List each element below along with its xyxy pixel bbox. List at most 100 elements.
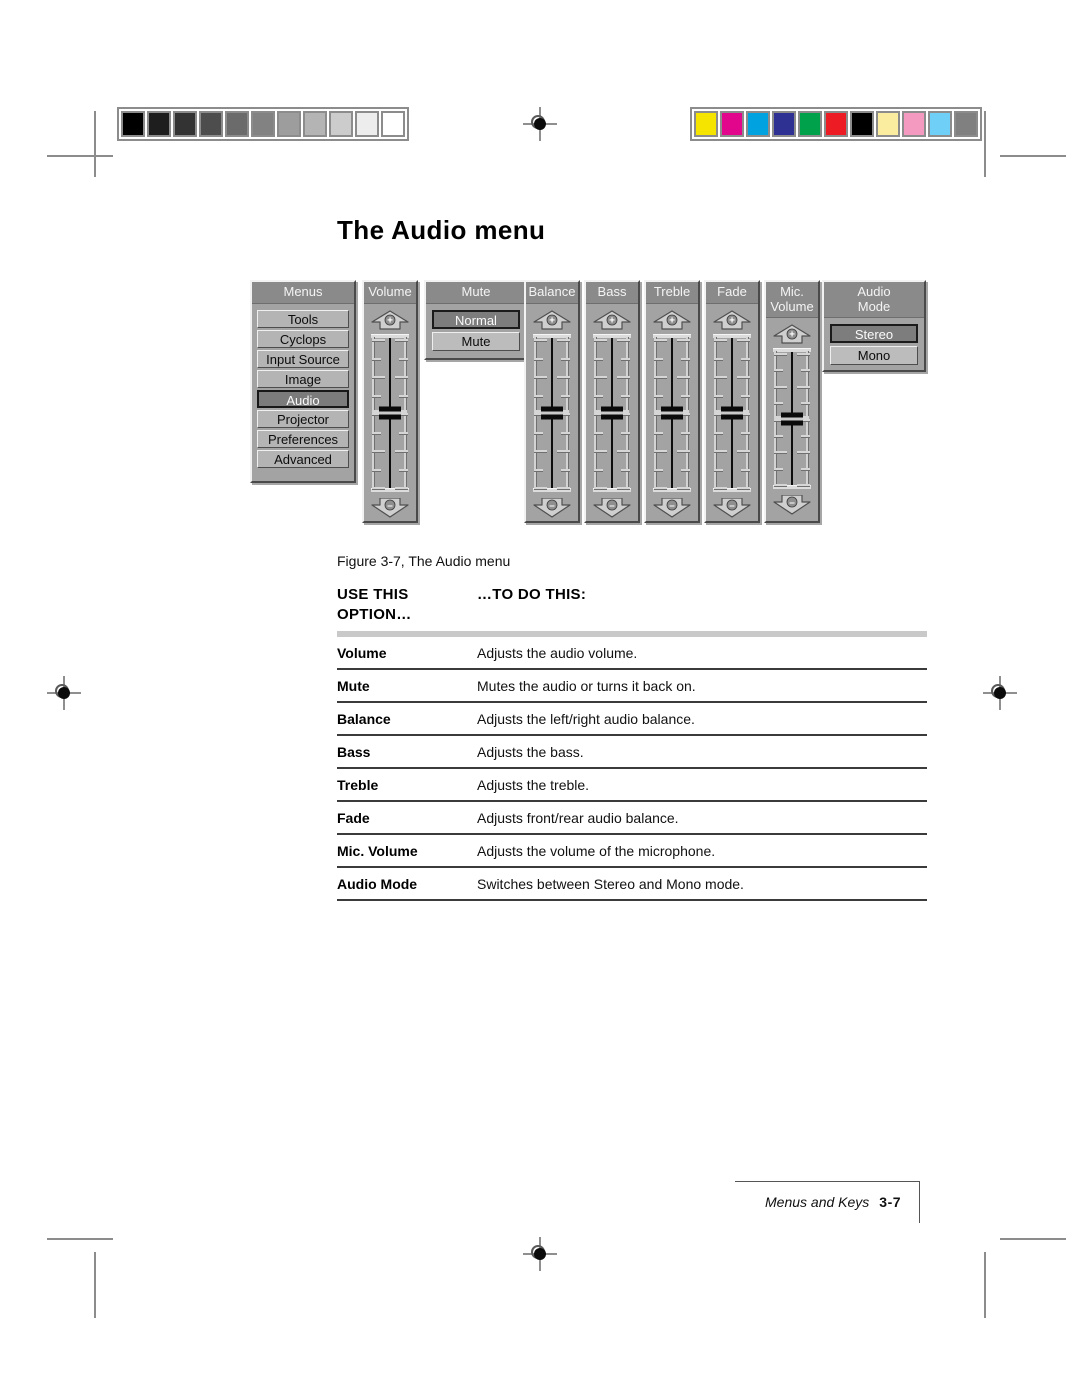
table-cell-description: Adjusts the bass. (477, 744, 584, 760)
page-footer: Menus and Keys 3-7 (735, 1181, 920, 1223)
fade-slider-body: + – (706, 304, 758, 522)
tick-mark (372, 339, 385, 342)
bass-increase-arrow-icon[interactable]: + (593, 310, 631, 330)
grayscale-swatch (173, 111, 197, 137)
volume-slider-handle[interactable] (379, 406, 401, 420)
tick-mark (774, 434, 783, 438)
treble-slider-handle[interactable] (661, 406, 683, 420)
fade-slider-track[interactable] (713, 334, 751, 492)
volume-decrease-arrow-icon[interactable]: – (371, 497, 409, 518)
crop-mark-bottom-right-horizontal (1000, 1238, 1066, 1240)
balance-increase-arrow-icon[interactable]: + (533, 310, 571, 330)
balance-slider-track[interactable] (533, 334, 571, 492)
tick-mark (372, 376, 385, 379)
menu-item-audio[interactable]: Audio (257, 390, 349, 408)
tick-mark (561, 468, 570, 472)
menu-item-input-source[interactable]: Input Source (257, 350, 349, 368)
menu-item-tools[interactable]: Tools (257, 310, 349, 328)
menus-panel-header: Menus (252, 282, 354, 304)
table-header-row: USE THIS OPTION… …TO DO THIS: (337, 585, 927, 627)
menu-item-preferences[interactable]: Preferences (257, 430, 349, 448)
svg-text:+: + (669, 316, 675, 327)
table-cell-option: Mic. Volume (337, 843, 418, 859)
menu-item-image[interactable]: Image (257, 370, 349, 388)
footer-text: Menus and Keys 3-7 (765, 1194, 901, 1210)
table-row: Mic. Volume Adjusts the volume of the mic… (337, 835, 927, 868)
table-header-option-line1: USE THIS (337, 586, 409, 603)
volume-slider-body: + – (364, 304, 416, 522)
volume-increase-arrow-icon[interactable]: + (371, 310, 409, 330)
tick-mark (372, 487, 385, 490)
mic-volume-decrease-arrow-icon[interactable]: – (773, 494, 811, 515)
audio-mode-option-mono[interactable]: Mono (830, 346, 918, 365)
bass-slider-body: + – (586, 304, 638, 522)
bass-slider-handle[interactable] (601, 406, 623, 420)
bass-slider-track[interactable] (593, 334, 631, 492)
tick-mark (797, 385, 810, 389)
grayscale-swatch (277, 111, 301, 137)
tick-mark (654, 468, 663, 472)
fade-decrease-arrow-icon[interactable]: – (713, 497, 751, 518)
tick-mark (801, 467, 810, 471)
table-cell-description: Adjusts the audio volume. (477, 645, 638, 661)
table-header-option-line2: OPTION… (337, 606, 412, 623)
fade-slider-header: Fade (706, 282, 758, 304)
mic-volume-slider-handle[interactable] (781, 412, 803, 425)
tick-mark (677, 339, 690, 342)
balance-slider-handle[interactable] (541, 406, 563, 420)
menu-item-advanced[interactable]: Advanced (257, 450, 349, 468)
mic-volume-slider-panel: Mic. Volume + – (764, 280, 820, 523)
tick-mark (797, 353, 810, 356)
tick-mark (561, 357, 570, 361)
menu-item-cyclops[interactable]: Cyclops (257, 330, 349, 348)
mute-panel-header: Mute (426, 282, 526, 304)
treble-slider-header-line1: Treble (653, 284, 691, 299)
mute-option-mute[interactable]: Mute (432, 332, 520, 351)
crop-mark-top-right-horizontal (1000, 155, 1066, 157)
color-calibration-strip (690, 107, 982, 141)
volume-slider-header: Volume (364, 282, 416, 304)
mute-option-normal[interactable]: Normal (432, 310, 520, 329)
tick-mark (774, 369, 783, 373)
color-swatch (954, 111, 978, 137)
footer-right-rule (919, 1181, 920, 1223)
svg-text:–: – (549, 501, 555, 512)
grayscale-swatch (251, 111, 275, 137)
mic-volume-slider-track[interactable] (773, 348, 811, 489)
balance-decrease-arrow-icon[interactable]: – (533, 497, 571, 518)
table-body: Volume Adjusts the audio volume. Mute Mutes… (337, 637, 927, 901)
tick-mark (737, 450, 750, 453)
tick-mark (534, 357, 543, 361)
color-swatch (772, 111, 796, 137)
tick-mark (714, 450, 727, 453)
svg-text:+: + (549, 316, 555, 327)
tick-mark (594, 376, 607, 379)
tick-mark (372, 468, 381, 472)
tick-mark (714, 394, 723, 398)
crop-mark-top-left-horizontal (47, 155, 113, 157)
treble-slider-header: Treble (646, 282, 698, 304)
menu-item-projector[interactable]: Projector (257, 410, 349, 428)
tick-mark (594, 450, 607, 453)
grayscale-swatch (225, 111, 249, 137)
tick-mark (681, 394, 690, 398)
audio-mode-header-line1: Audio (857, 284, 891, 299)
crop-mark-bottom-left-vertical (94, 1252, 96, 1318)
fade-slider-handle[interactable] (721, 406, 743, 420)
audio-mode-option-stereo[interactable]: Stereo (830, 324, 918, 343)
tick-mark (561, 431, 570, 435)
tick-mark (617, 376, 630, 379)
table-row: Fade Adjusts front/rear audio balance. (337, 802, 927, 835)
treble-slider-track[interactable] (653, 334, 691, 492)
fade-increase-arrow-icon[interactable]: + (713, 310, 751, 330)
bass-decrease-arrow-icon[interactable]: – (593, 497, 631, 518)
tick-mark (714, 431, 723, 435)
volume-slider-track[interactable] (371, 334, 409, 492)
tick-mark (801, 434, 810, 438)
color-swatch (850, 111, 874, 137)
page-title: The Audio menu (337, 215, 546, 245)
tick-mark (677, 376, 690, 379)
treble-increase-arrow-icon[interactable]: + (653, 310, 691, 330)
mic-volume-increase-arrow-icon[interactable]: + (773, 324, 811, 344)
treble-decrease-arrow-icon[interactable]: – (653, 497, 691, 518)
